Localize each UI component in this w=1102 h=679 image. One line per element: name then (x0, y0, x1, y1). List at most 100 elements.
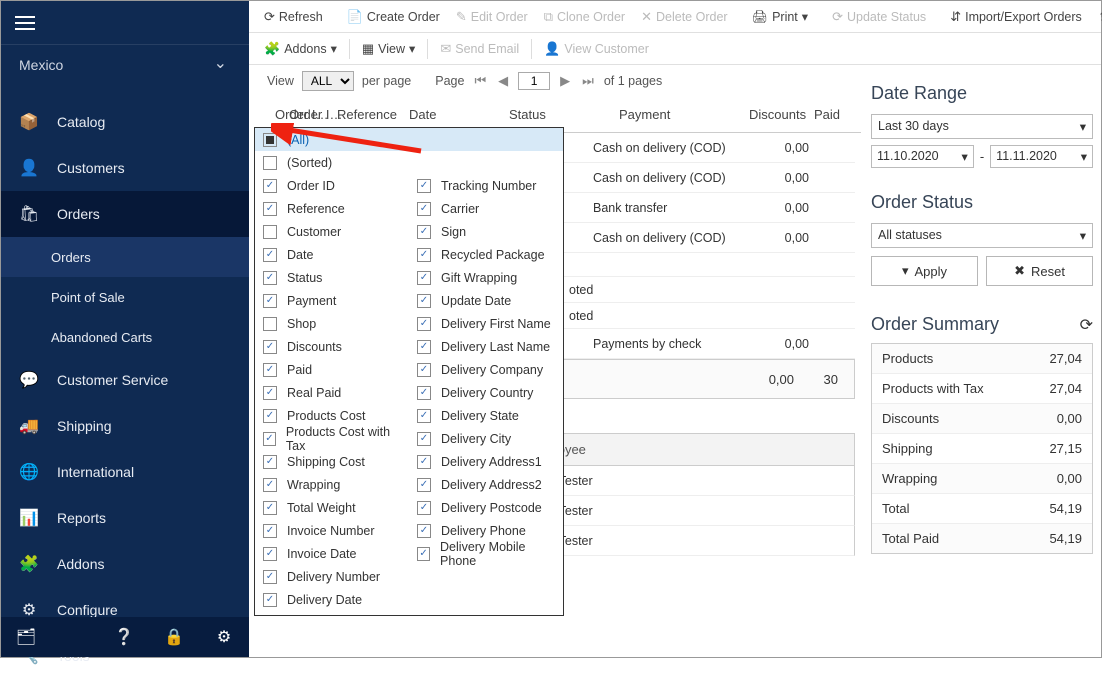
clone-order-button[interactable]: ⧉Clone Order (537, 5, 632, 29)
popup-column-item[interactable]: ✓Delivery Address2 (409, 473, 563, 496)
nav-customers[interactable]: 👤Customers (1, 145, 249, 191)
col-payment[interactable]: Payment (619, 107, 670, 122)
settings-icon[interactable]: ⚙ (199, 627, 249, 647)
popup-label: Delivery Last Name (441, 340, 550, 354)
popup-label: Status (287, 271, 322, 285)
page-next[interactable]: ▶ (558, 73, 572, 89)
date-range-preset[interactable]: Last 30 days▾ (871, 114, 1093, 139)
popup-column-item[interactable]: ✓Tracking Number (409, 174, 563, 197)
btn-label: Edit Order (471, 10, 528, 24)
update-status-button[interactable]: ⟳Update Status (825, 5, 933, 29)
popup-column-item[interactable]: ✓Delivery Address1 (409, 450, 563, 473)
export-button[interactable]: ⇪Export▾ (1091, 5, 1102, 29)
popup-label: Shop (287, 317, 316, 331)
status-select[interactable]: All statuses▾ (871, 223, 1093, 248)
menu-toggle[interactable] (1, 1, 249, 45)
page-first[interactable]: ⏮ (472, 73, 488, 89)
store-selector[interactable]: Mexico (1, 45, 249, 85)
popup-column-item[interactable]: ✓Discounts (255, 335, 409, 358)
date-from-input[interactable]: 11.10.2020▾ (871, 145, 974, 168)
reset-button[interactable]: ✖Reset (986, 256, 1093, 286)
import-export-button[interactable]: ⇵Import/Export Orders (943, 5, 1089, 29)
view-customer-button[interactable]: 👤View Customer (537, 37, 656, 61)
date-value: 11.11.2020 (996, 149, 1057, 164)
page-prev[interactable]: ◀ (496, 73, 510, 89)
popup-label: Discounts (287, 340, 342, 354)
popup-sorted[interactable]: (Sorted) (255, 151, 563, 174)
apply-button[interactable]: ▾Apply (871, 256, 978, 286)
nav-catalog[interactable]: 📦Catalog (1, 99, 249, 145)
page-input[interactable] (518, 72, 550, 90)
summary-key: Discounts (882, 411, 939, 426)
popup-column-item[interactable]: ✓Status (255, 266, 409, 289)
popup-column-item[interactable]: ✓Order ID (255, 174, 409, 197)
popup-column-item[interactable]: Customer (255, 220, 409, 243)
popup-column-item[interactable]: ✓Delivery Postcode (409, 496, 563, 519)
popup-column-item[interactable]: ✓Delivery State (409, 404, 563, 427)
nav-sub-orders[interactable]: Orders (1, 237, 249, 277)
send-email-button[interactable]: ✉Send Email (433, 37, 526, 61)
popup-label: Invoice Number (287, 524, 375, 538)
popup-column-item[interactable]: ✓Carrier (409, 197, 563, 220)
refresh-button[interactable]: ⟳Refresh (257, 5, 330, 29)
notifications-icon[interactable]: 🗂 (1, 627, 51, 647)
popup-column-item[interactable]: ✓Invoice Number (255, 519, 409, 542)
nav-reports[interactable]: 📊Reports (1, 495, 249, 541)
edit-order-button[interactable]: ✎Edit Order (449, 5, 535, 29)
nav-sub-pos[interactable]: Point of Sale (1, 277, 249, 317)
popup-column-item[interactable]: ✓Delivery Company (409, 358, 563, 381)
popup-column-item[interactable]: ✓Sign (409, 220, 563, 243)
popup-column-item[interactable]: ✓Payment (255, 289, 409, 312)
nav-shipping[interactable]: 🚚Shipping (1, 403, 249, 449)
popup-column-item[interactable]: ✓Update Date (409, 289, 563, 312)
delete-order-button[interactable]: ✕Delete Order (634, 5, 734, 29)
popup-column-item[interactable]: ✓Invoice Date (255, 542, 409, 565)
lock-icon[interactable]: 🔒 (149, 627, 199, 647)
popup-all[interactable]: (All) (255, 128, 563, 151)
nav-sub-abandoned[interactable]: Abandoned Carts (1, 317, 249, 357)
popup-column-item[interactable]: ✓Products Cost with Tax (255, 427, 409, 450)
popup-column-item[interactable]: ✓Reference (255, 197, 409, 220)
help-icon[interactable]: ❔ (99, 627, 149, 647)
popup-column-item[interactable]: ✓Paid (255, 358, 409, 381)
refresh-summary-icon[interactable]: ⟳ (1080, 315, 1093, 335)
popup-column-item[interactable]: ✓Wrapping (255, 473, 409, 496)
popup-label: Payment (287, 294, 336, 308)
popup-column-item[interactable]: ✓Delivery City (409, 427, 563, 450)
popup-column-item[interactable]: ✓Delivery Country (409, 381, 563, 404)
popup-column-item[interactable]: ✓Shipping Cost (255, 450, 409, 473)
btn-label: Send Email (455, 42, 519, 56)
page-last[interactable]: ⏭ (580, 73, 596, 89)
popup-column-item[interactable]: ✓Delivery Number (255, 565, 409, 588)
page-size-select[interactable]: ALL (302, 71, 354, 91)
popup-column-item[interactable]: ✓Date (255, 243, 409, 266)
create-order-button[interactable]: 📄Create Order (340, 5, 447, 29)
print-button[interactable]: 🖨Print▾ (745, 5, 816, 29)
col-discounts[interactable]: Discounts (749, 107, 806, 122)
popup-column-item[interactable]: ✓Delivery Last Name (409, 335, 563, 358)
popup-column-item[interactable]: ✓Real Paid (255, 381, 409, 404)
popup-column-item[interactable]: ✓Total Weight (255, 496, 409, 519)
nav-customer-service[interactable]: 💬Customer Service (1, 357, 249, 403)
date-to-input[interactable]: 11.11.2020▾ (990, 145, 1093, 168)
popup-column-item[interactable]: Shop (255, 312, 409, 335)
popup-column-item[interactable]: ✓Gift Wrapping (409, 266, 563, 289)
col-order-label[interactable]: Order I… (289, 107, 342, 122)
nav-addons[interactable]: 🧩Addons (1, 541, 249, 587)
popup-column-item[interactable]: ✓Delivery First Name (409, 312, 563, 335)
col-date[interactable]: Date (409, 107, 436, 122)
col-reference[interactable]: Reference (337, 107, 397, 122)
checkbox-icon: ✓ (417, 294, 431, 308)
view-button[interactable]: ▦View▾ (355, 37, 422, 61)
popup-column-item[interactable]: ✓Delivery Mobile Phone (409, 542, 563, 565)
popup-column-item[interactable]: ✓Delivery Date (255, 588, 409, 611)
nav-international[interactable]: 🌐International (1, 449, 249, 495)
right-panel: Date Range Last 30 days▾ 11.10.2020▾ - 1… (871, 79, 1093, 554)
addons-button[interactable]: 🧩Addons▾ (257, 37, 344, 61)
checkbox-icon (263, 156, 277, 170)
nav-orders[interactable]: 🛍Orders (1, 191, 249, 237)
total-paid: 30 (824, 372, 838, 387)
col-status[interactable]: Status (509, 107, 546, 122)
popup-column-item[interactable]: ✓Recycled Package (409, 243, 563, 266)
col-paid[interactable]: Paid (814, 107, 840, 122)
